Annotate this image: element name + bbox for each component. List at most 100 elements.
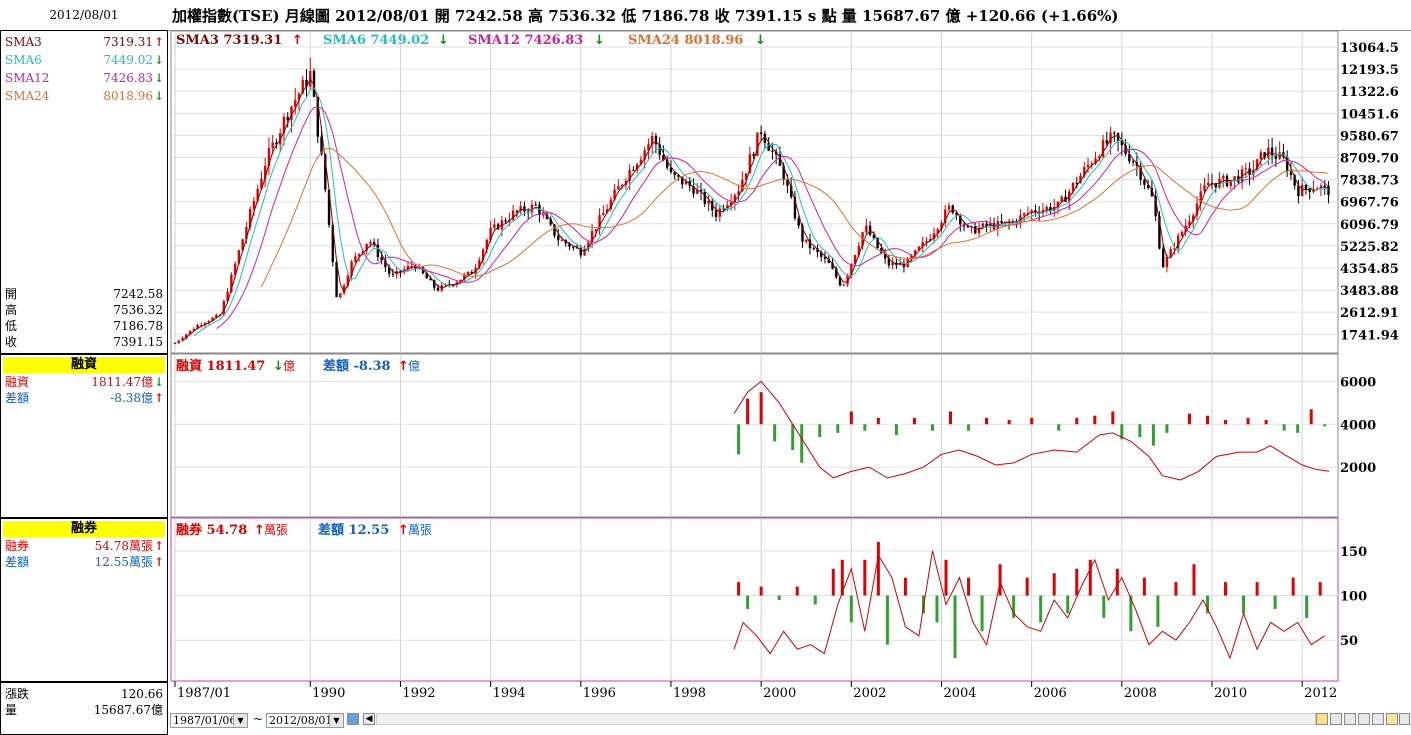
margin-diff-bar [1075,417,1079,425]
candle-body [759,132,763,134]
candle-body [504,220,507,222]
margin-diff-bar [1138,424,1142,438]
margin-axis-label: 2000 [1340,461,1376,476]
candle-body [594,229,598,232]
legend-short-diff-unit: 萬張 [408,523,432,537]
x-tick-label: 2006 [1034,686,1067,701]
margin-diff-bar [876,417,880,425]
margin-diff-bar [759,392,763,425]
candle-body [1289,171,1293,175]
change-info-pane: 漲跌 120.66 量 15687.67億 [0,682,168,735]
arrow-up-icon: ↑ [292,33,303,48]
legend-short-unit: 萬張 [264,523,288,537]
margin-diff-bar [1111,411,1115,425]
horizontal-scrollbar[interactable] [376,713,1316,725]
short-diff-bar [944,559,948,596]
candle-body [560,240,564,242]
candle-body [925,240,928,243]
sma6-label: SMA6 [5,53,42,67]
candle-body [542,214,545,216]
short-diff-bar [813,595,817,605]
legend-sma3: SMA3 7319.31 [176,33,282,48]
short-diff-bar [1075,568,1079,596]
margin-diff-bar [1007,420,1011,425]
margin-pane [170,353,1339,518]
candle-body [436,287,440,291]
price-axis-label: 11322.6 [1340,85,1399,100]
short-diff-bar [777,595,781,600]
x-tick-label: 1987/01 [177,686,231,701]
x-tick-label: 2010 [1214,686,1247,701]
candle-body [805,239,808,242]
margin-diff-bar [1057,424,1061,431]
settings-icon[interactable] [1399,713,1410,725]
candle-body [523,206,526,212]
candle-body [557,235,560,241]
candle-body [812,248,815,250]
short-diff-bar [1115,568,1119,596]
bar-chart-icon[interactable] [1386,713,1398,725]
short-axis-label: 150 [1340,545,1367,560]
candle-body [1297,185,1300,197]
candle-body [714,210,718,217]
short-diff-bar [759,586,763,596]
calendar-icon[interactable] [347,713,359,725]
zoom-in-icon[interactable] [1330,713,1342,725]
candle-body [947,205,951,210]
margin-diff-bar [949,411,953,425]
short-diff-bar [863,559,867,596]
candle-body [1143,179,1146,185]
sma3-label: SMA3 [5,35,42,49]
sma-info-pane: SMA3 7319.31 ↑ SMA6 7449.02 ↓ SMA12 7426… [0,30,168,354]
candle-body [868,225,872,236]
end-date-select[interactable]: 2012/08/01 ▼ [266,713,344,728]
short-diff-bar [953,595,957,659]
price-axis-label: 10451.6 [1340,107,1399,122]
short-diff-bar [1273,595,1277,609]
note-icon[interactable] [1316,713,1328,725]
start-date-select[interactable]: 1987/01/06 ▼ [170,713,248,728]
margin-diff-bar [1323,424,1327,427]
candle-body [1000,221,1003,223]
scroll-left-button[interactable]: ◀ [363,713,375,725]
price-axis-label: 5225.82 [1340,240,1399,255]
legend-sma6: SMA6 7449.02 [323,33,429,48]
short-diff-bar [1142,577,1146,596]
sma6-value: 7449.02 [103,53,153,67]
short-diff-bar [1052,573,1056,596]
short-diff-bar [1291,577,1295,596]
candle-body [1207,182,1210,186]
margin-diff-bar [737,424,741,455]
candle-body [707,200,710,204]
arrow-down-icon: ↓ [755,33,766,48]
x-tick-label: 1990 [312,686,345,701]
volume-label: 量 [5,703,18,717]
price-axis-label: 8709.70 [1340,152,1399,167]
candle-body [842,284,845,286]
margin-diff-bar [1282,424,1286,431]
margin-diff-bar [746,398,750,425]
short-diff-bar [876,541,880,596]
candle-body [1244,168,1248,170]
short-diff-bar [1242,595,1246,614]
candle-body [1105,140,1109,144]
margin-diff-bar [1187,413,1191,425]
candle-body [572,246,575,248]
fit-icon[interactable] [1372,713,1384,725]
zoom-out-icon[interactable] [1344,713,1356,725]
candle-body [632,169,635,171]
expand-icon[interactable] [1358,713,1370,725]
candle-body [369,241,372,244]
short-diff-bar [980,595,984,632]
candle-body [1259,152,1263,160]
arrow-down-icon: ↓ [438,33,449,48]
margin-diff-bar [863,424,867,431]
arrow-down-icon: ↓ [153,71,164,85]
candle-body [752,154,755,156]
candle-body [1086,164,1090,168]
candle-body [865,225,868,233]
margin-diff-bar [849,411,853,425]
volume-value: 15687.67億 [93,703,163,717]
legend-sma12: SMA12 7426.83 [468,33,583,48]
arrow-up-icon: ↑ [153,35,164,49]
